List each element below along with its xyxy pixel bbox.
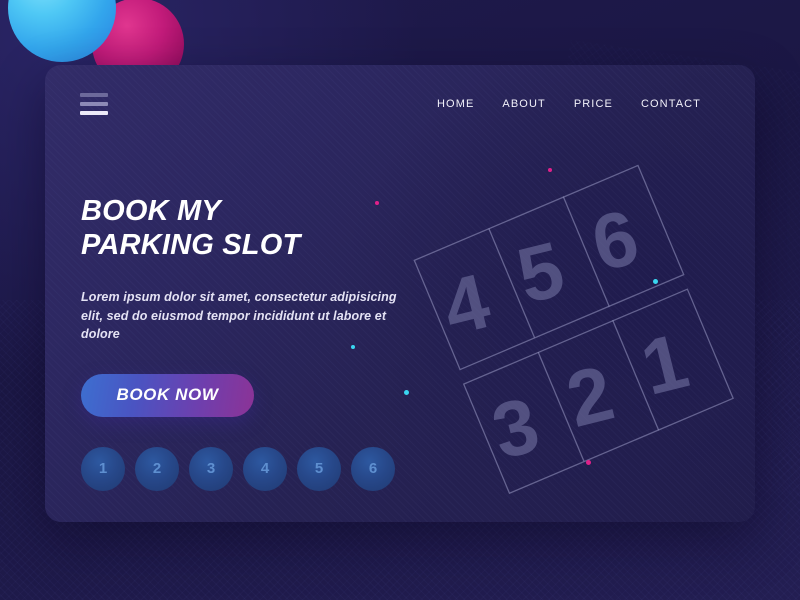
accent-dot-cyan-1 [351,345,355,349]
nav-item-contact[interactable]: CONTACT [641,98,701,110]
slot-option-5[interactable]: 5 [297,446,341,491]
accent-dot-cyan-3 [653,279,658,284]
nav-item-home[interactable]: HOME [437,98,474,110]
hero-card: 4 5 6 3 2 1 HOME ABOUT PRICE CONTACT BOO… [45,65,755,522]
hero-paragraph: Lorem ipsum dolor sit amet, consectetur … [81,290,397,342]
hero-content: BOOK MY PARKING SLOT Lorem ipsum dolor s… [81,195,411,491]
stall-number-4: 4 [434,256,497,352]
hamburger-bar-3 [80,111,108,115]
accent-dot-magenta-2 [548,168,552,172]
slot-option-2[interactable]: 2 [135,446,179,491]
card-header: HOME ABOUT PRICE CONTACT [45,65,755,143]
parking-lot-illustration: 4 5 6 3 2 1 [375,125,755,522]
hamburger-bar-1 [80,93,108,97]
slot-option-4[interactable]: 4 [243,446,287,491]
slot-option-6[interactable]: 6 [351,446,395,491]
stall-number-3: 3 [484,380,547,476]
stall-number-1: 1 [633,316,696,412]
stall-number-5: 5 [509,224,572,320]
slot-option-1[interactable]: 1 [81,446,125,491]
accent-dot-cyan-2 [404,390,409,395]
nav-item-price[interactable]: PRICE [574,98,613,110]
main-navigation: HOME ABOUT PRICE CONTACT [437,98,701,110]
stall-number-6: 6 [583,192,646,288]
slot-selector: 1 2 3 4 5 6 [81,446,411,491]
stall-number-2: 2 [558,348,621,444]
accent-dot-magenta-3 [586,460,591,465]
book-now-button[interactable]: BOOK NOW [81,373,254,417]
slot-option-3[interactable]: 3 [189,446,233,491]
hamburger-menu-icon[interactable] [80,89,108,119]
headline-line-1: BOOK MY [81,195,221,227]
page-background: 4 5 6 3 2 1 HOME ABOUT PRICE CONTACT BOO… [0,0,800,600]
accent-dot-magenta-1 [375,201,379,205]
parking-stall-bottom-row: 3 2 1 [462,288,734,495]
hamburger-bar-2 [80,102,108,106]
page-title: BOOK MY PARKING SLOT [81,195,411,262]
nav-item-about[interactable]: ABOUT [502,98,545,110]
headline-line-2: PARKING SLOT [81,228,301,261]
